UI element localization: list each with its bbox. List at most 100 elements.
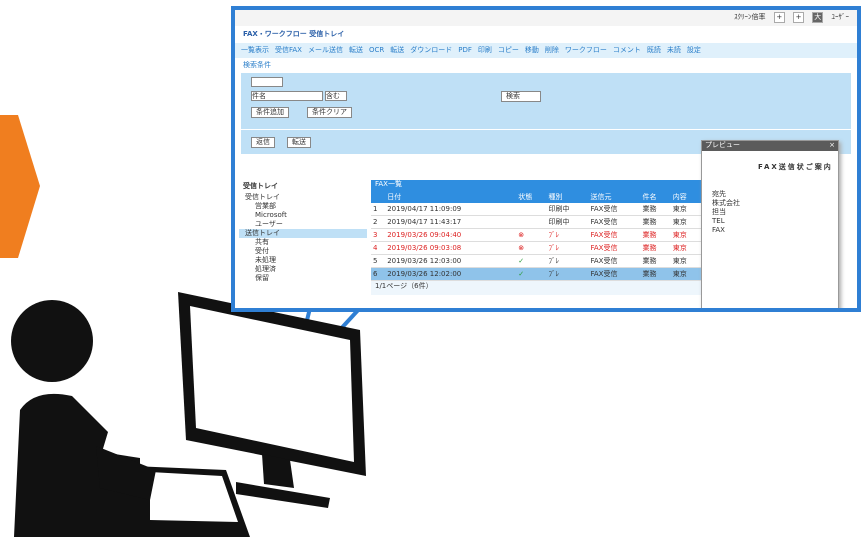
zoom-reset-button[interactable]: 大 bbox=[812, 12, 824, 23]
table-cell: 業務 bbox=[640, 267, 671, 281]
menu-item[interactable]: 印刷 bbox=[478, 46, 492, 54]
table-row[interactable]: 1 2019/04/17 11:09:09 印刷中 FAX受信 業務 東京 bbox=[371, 203, 701, 216]
table-cell: 印刷中 bbox=[546, 215, 589, 229]
menu-item[interactable]: ダウンロード bbox=[410, 46, 452, 54]
table-cell: 業務 bbox=[640, 228, 671, 242]
menu-item[interactable]: 設定 bbox=[687, 46, 701, 54]
status-cell bbox=[516, 203, 547, 216]
preview-doc-title: FAX送信状ご案内 bbox=[758, 163, 833, 171]
person-icon bbox=[11, 300, 140, 537]
table-row[interactable]: 4 2019/03/26 09:03:08 ⊗ ﾌﾞﾚ FAX受信 業務 東京 bbox=[371, 241, 701, 255]
tree-item[interactable]: ユーザー bbox=[239, 220, 367, 229]
table-cell: 2019/04/17 11:43:17 bbox=[385, 215, 517, 229]
menu-item[interactable]: 転送 bbox=[349, 46, 363, 54]
column-header[interactable]: 種別 bbox=[546, 192, 589, 203]
tree-item[interactable]: 保留 bbox=[239, 274, 367, 283]
menu-item[interactable]: コメント bbox=[613, 46, 641, 54]
menu-item[interactable]: 未読 bbox=[667, 46, 681, 54]
tree-item[interactable]: 処理済 bbox=[239, 265, 367, 274]
tree-item[interactable]: Microsoft bbox=[239, 211, 367, 220]
tree-item[interactable]: 送信トレイ bbox=[239, 229, 367, 238]
user-menu[interactable]: ﾕｰｻﾞｰ bbox=[832, 13, 850, 21]
table-cell: 2019/04/17 11:09:09 bbox=[385, 203, 517, 216]
table-cell: 1 bbox=[371, 203, 386, 216]
menu-item[interactable]: 転送 bbox=[390, 46, 404, 54]
menu-item[interactable]: 既読 bbox=[647, 46, 661, 54]
menu-item[interactable]: ワークフロー bbox=[565, 46, 607, 54]
top-bar: ｽｸﾘｰﾝ倍率 + + 大 ﾕｰｻﾞｰ bbox=[235, 10, 857, 26]
menu-item[interactable]: OCR bbox=[369, 46, 384, 54]
table-cell: ﾌﾞﾚ bbox=[546, 254, 589, 268]
table-row[interactable]: 2 2019/04/17 11:43:17 印刷中 FAX受信 業務 東京 bbox=[371, 215, 701, 229]
table-cell: 2019/03/26 12:02:00 bbox=[385, 267, 517, 281]
table-row[interactable]: 6 2019/03/26 12:02:00 ✓ ﾌﾞﾚ FAX受信 業務 東京 bbox=[371, 267, 701, 281]
table-cell: 4 bbox=[371, 241, 386, 255]
clear-condition-button[interactable]: 条件クリア bbox=[307, 107, 352, 118]
search-field-select[interactable]: 件名 bbox=[251, 91, 323, 101]
table-row[interactable]: 3 2019/03/26 09:04:40 ⊗ ﾌﾞﾚ FAX受信 業務 東京 bbox=[371, 228, 701, 242]
table-cell: 業務 bbox=[640, 203, 671, 216]
preview-line: FAX bbox=[712, 226, 725, 234]
table-cell: 東京 bbox=[670, 215, 701, 229]
fax-list: FAX一覧 日付 状態 種別 送信元 件名 内容 1 2019/04/17 11:09:09… bbox=[371, 180, 701, 295]
column-header[interactable]: 状態 bbox=[516, 192, 547, 203]
tree-item[interactable]: 共有 bbox=[239, 238, 367, 247]
column-header[interactable]: 日付 bbox=[385, 192, 517, 203]
zoom-plus-button[interactable]: + bbox=[793, 12, 805, 23]
table-cell: 東京 bbox=[670, 241, 701, 255]
table-cell: 3 bbox=[371, 228, 386, 242]
orange-arrow-icon bbox=[0, 115, 40, 258]
column-header[interactable]: 内容 bbox=[670, 192, 701, 203]
error-status-icon: ⊗ bbox=[516, 228, 547, 242]
table-cell: 2019/03/26 12:03:00 bbox=[385, 254, 517, 268]
preview-titlebar: プレビュー × bbox=[702, 141, 838, 151]
table-cell: 業務 bbox=[640, 215, 671, 229]
table-cell: ﾌﾞﾚ bbox=[546, 241, 589, 255]
close-icon[interactable]: × bbox=[829, 141, 835, 150]
table-cell: ﾌﾞﾚ bbox=[546, 267, 589, 281]
menu-item[interactable]: コピー bbox=[498, 46, 519, 54]
fax-list-header: FAX一覧 bbox=[371, 180, 701, 192]
zoom-in-button[interactable]: + bbox=[773, 12, 785, 23]
menu-item[interactable]: 移動 bbox=[525, 46, 539, 54]
table-cell: 業務 bbox=[640, 241, 671, 255]
table-cell: 印刷中 bbox=[546, 203, 589, 216]
search-button[interactable]: 検索 bbox=[501, 91, 541, 102]
column-header[interactable]: 件名 bbox=[640, 192, 671, 203]
forward-button[interactable]: 転送 bbox=[287, 137, 311, 148]
tree-item[interactable]: 営業部 bbox=[239, 202, 367, 211]
table-cell: 業務 bbox=[640, 254, 671, 268]
table-cell: FAX受信 bbox=[588, 254, 641, 268]
pager[interactable]: 1/1ページ（6件） bbox=[371, 281, 701, 295]
tree-item[interactable]: 受付 bbox=[239, 247, 367, 256]
reply-button[interactable]: 返信 bbox=[251, 137, 275, 148]
menu-item[interactable]: 受信FAX bbox=[275, 46, 302, 54]
preview-line: 宛先 bbox=[712, 190, 726, 198]
app-screenshot: ｽｸﾘｰﾝ倍率 + + 大 ﾕｰｻﾞｰ FAX・ワークフロー 受信トレイ 一覧表… bbox=[231, 6, 861, 312]
status-cell bbox=[516, 215, 547, 229]
zoom-label: ｽｸﾘｰﾝ倍率 bbox=[734, 13, 766, 21]
preview-window: プレビュー × FAX送信状ご案内 宛先 株式会社 担当 TEL FAX bbox=[701, 140, 839, 308]
column-header[interactable] bbox=[371, 192, 386, 203]
add-condition-button[interactable]: 条件追加 bbox=[251, 107, 289, 118]
table-cell: FAX受信 bbox=[588, 228, 641, 242]
search-operator-select[interactable]: 含む bbox=[325, 91, 347, 101]
folder-tree-title: 受信トレイ bbox=[243, 182, 278, 190]
menu-item[interactable]: 削除 bbox=[545, 46, 559, 54]
table-cell: 東京 bbox=[670, 228, 701, 242]
search-mode-select[interactable] bbox=[251, 77, 283, 87]
table-cell: 2 bbox=[371, 215, 386, 229]
table-cell: 東京 bbox=[670, 267, 701, 281]
tree-item[interactable]: 未処理 bbox=[239, 256, 367, 265]
tree-item[interactable]: 受信トレイ bbox=[239, 193, 367, 202]
menu-item[interactable]: PDF bbox=[458, 46, 472, 54]
table-cell: FAX受信 bbox=[588, 241, 641, 255]
search-toggle[interactable]: 検索条件 bbox=[235, 58, 857, 73]
breadcrumb: FAX・ワークフロー 受信トレイ bbox=[243, 30, 345, 38]
table-row[interactable]: 5 2019/03/26 12:03:00 ✓ ﾌﾞﾚ FAX受信 業務 東京 bbox=[371, 254, 701, 268]
column-header[interactable]: 送信元 bbox=[588, 192, 641, 203]
menu-item[interactable]: メール送信 bbox=[308, 46, 343, 54]
table-cell: 東京 bbox=[670, 203, 701, 216]
table-cell: 2019/03/26 09:04:40 bbox=[385, 228, 517, 242]
menu-item[interactable]: 一覧表示 bbox=[241, 46, 269, 54]
